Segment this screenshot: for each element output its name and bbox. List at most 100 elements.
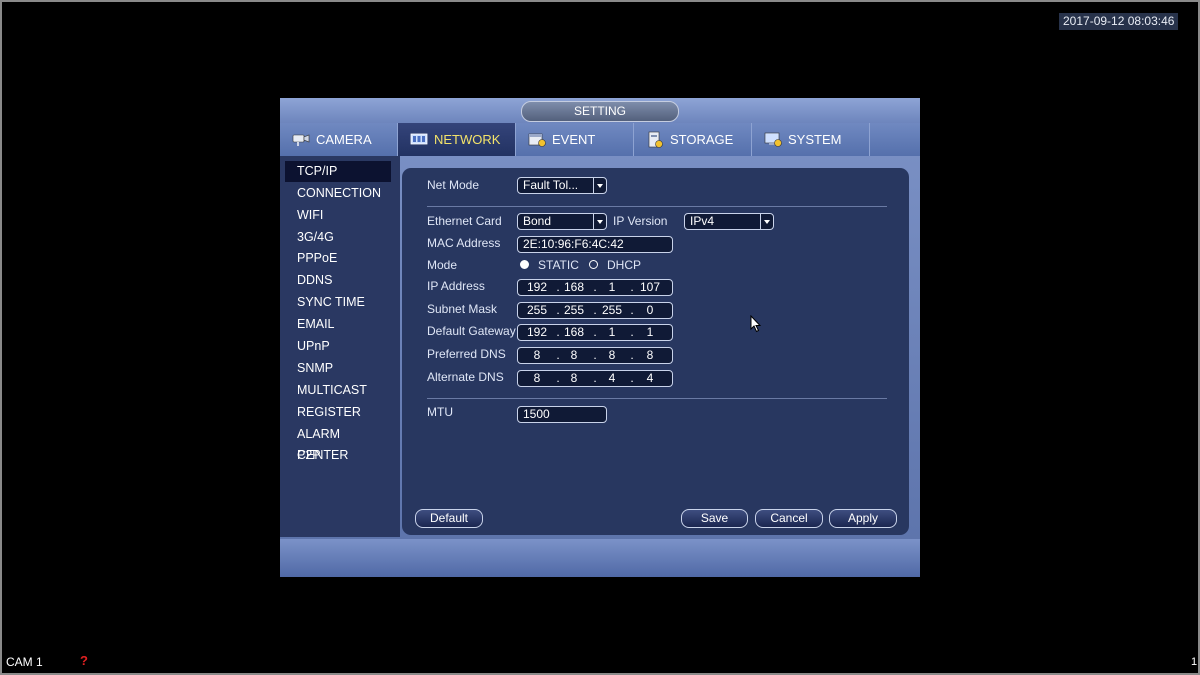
sidebar-item-alarm-center[interactable]: ALARM CENTER: [285, 424, 391, 462]
sidebar-item-snmp[interactable]: SNMP: [285, 358, 391, 379]
chevron-down-icon[interactable]: [593, 178, 606, 193]
sidebar-item-register[interactable]: REGISTER: [285, 402, 391, 423]
save-button[interactable]: Save: [681, 509, 748, 528]
ip-octet: 4: [646, 371, 654, 385]
mode-label: Mode: [427, 258, 458, 272]
ip-octet: 107: [639, 280, 661, 294]
ip-octet: 1: [608, 325, 616, 339]
channel-number: 1: [1191, 656, 1198, 668]
tab-event[interactable]: EVENT: [516, 123, 634, 156]
alternate-dns-label: Alternate DNS: [427, 370, 504, 384]
net-mode-value: Fault Tol...: [523, 178, 579, 192]
dhcp-radio[interactable]: [589, 260, 598, 269]
tab-system[interactable]: SYSTEM: [752, 123, 870, 156]
ip-dot: .: [630, 371, 634, 385]
sidebar: TCP/IP CONNECTION WIFI 3G/4G PPPoE DDNS …: [280, 156, 400, 537]
ip-octet: 8: [533, 371, 541, 385]
question-icon: ?: [80, 653, 88, 668]
ip-address-label: IP Address: [427, 279, 485, 293]
ip-octet: 255: [601, 303, 623, 317]
mtu-value: 1500: [523, 407, 550, 421]
ip-octet: 8: [570, 371, 578, 385]
tab-network-label: NETWORK: [434, 132, 501, 147]
tab-camera-label: CAMERA: [316, 132, 372, 147]
sidebar-item-p2p[interactable]: P2P: [285, 445, 391, 466]
sidebar-item-wifi[interactable]: WIFI: [285, 205, 391, 226]
net-mode-select[interactable]: Fault Tol...: [517, 177, 607, 194]
ip-octet: 192: [526, 280, 548, 294]
tab-bar: CAMERA NETWORK EVENT STORAGE SYSTEM: [280, 123, 920, 156]
ip-octet: 255: [526, 303, 548, 317]
ip-octet: 8: [646, 348, 654, 362]
ip-address-field[interactable]: 192 . 168 . 1 . 107: [517, 279, 673, 296]
preferred-dns-field[interactable]: 8 . 8 . 8 . 8: [517, 347, 673, 364]
tab-event-label: EVENT: [552, 132, 596, 147]
network-icon: [410, 133, 428, 145]
static-option-label: STATIC: [538, 258, 579, 272]
ethernet-card-select[interactable]: Bond: [517, 213, 607, 230]
tab-network[interactable]: NETWORK: [398, 123, 516, 156]
ip-dot: .: [630, 325, 634, 339]
mac-address-label: MAC Address: [427, 236, 501, 250]
divider: [427, 398, 887, 399]
sidebar-item-upnp[interactable]: UPnP: [285, 336, 391, 357]
ip-octet: 192: [526, 325, 548, 339]
ip-octet: 1: [608, 280, 616, 294]
ip-octet: 8: [533, 348, 541, 362]
ip-octet: 8: [570, 348, 578, 362]
mac-address-field: 2E:10:96:F6:4C:42: [517, 236, 673, 253]
ip-octet: 4: [608, 371, 616, 385]
ip-octet: 168: [563, 325, 585, 339]
dhcp-option-label: DHCP: [607, 258, 642, 272]
cancel-button[interactable]: Cancel: [755, 509, 823, 528]
ethernet-card-label: Ethernet Card: [427, 214, 502, 228]
default-button[interactable]: Default: [415, 509, 483, 528]
static-radio[interactable]: [520, 260, 529, 269]
sidebar-item-sync-time[interactable]: SYNC TIME: [285, 292, 391, 313]
chevron-down-icon[interactable]: [593, 214, 606, 229]
mtu-label: MTU: [427, 405, 453, 419]
sidebar-item-tcpip[interactable]: TCP/IP: [285, 161, 391, 182]
ip-octet: 1: [646, 325, 654, 339]
ip-version-label: IP Version: [613, 214, 668, 228]
ethernet-card-value: Bond: [523, 214, 552, 228]
sidebar-item-email[interactable]: EMAIL: [285, 314, 391, 335]
alternate-dns-field[interactable]: 8 . 8 . 4 . 4: [517, 370, 673, 387]
ip-dot: .: [630, 348, 634, 362]
subnet-mask-label: Subnet Mask: [427, 302, 498, 316]
event-icon: [528, 133, 546, 147]
net-mode-label: Net Mode: [427, 178, 480, 192]
mouse-cursor-icon: [750, 315, 762, 333]
default-gateway-label: Default Gateway: [427, 324, 516, 338]
sidebar-item-ddns[interactable]: DDNS: [285, 270, 391, 291]
tcpip-panel: Net Mode Fault Tol... Ethernet Card Bond…: [402, 168, 909, 535]
ip-dot: .: [630, 280, 634, 294]
ip-octet: 255: [563, 303, 585, 317]
ip-version-value: IPv4: [690, 214, 715, 228]
sidebar-item-multicast[interactable]: MULTICAST: [285, 380, 391, 401]
default-gateway-field[interactable]: 192 . 168 . 1 . 1: [517, 324, 673, 341]
system-icon: [764, 132, 782, 147]
preferred-dns-label: Preferred DNS: [427, 347, 506, 361]
tab-storage[interactable]: STORAGE: [634, 123, 752, 156]
window-title: SETTING: [521, 101, 679, 122]
tab-camera[interactable]: CAMERA: [280, 123, 398, 156]
settings-window: SETTING CAMERA NETWORK EVENT STORAGE SYS…: [280, 98, 920, 577]
storage-icon: [648, 131, 663, 148]
mac-address-value: 2E:10:96:F6:4C:42: [523, 237, 624, 251]
apply-button[interactable]: Apply: [829, 509, 897, 528]
ip-octet: 0: [646, 303, 654, 317]
ip-version-select[interactable]: IPv4: [684, 213, 774, 230]
sidebar-item-pppoe[interactable]: PPPoE: [285, 248, 391, 269]
window-footer: [280, 539, 920, 577]
subnet-mask-field[interactable]: 255 . 255 . 255 . 0: [517, 302, 673, 319]
title-bar: SETTING: [280, 98, 920, 123]
divider: [427, 206, 887, 207]
sidebar-item-connection[interactable]: CONNECTION: [285, 183, 391, 204]
chevron-down-icon[interactable]: [760, 214, 773, 229]
tab-system-label: SYSTEM: [788, 132, 842, 147]
ip-octet: 168: [563, 280, 585, 294]
camera-channel-label: CAM 1: [6, 655, 43, 669]
mtu-field[interactable]: 1500: [517, 406, 607, 423]
sidebar-item-3g4g[interactable]: 3G/4G: [285, 227, 391, 248]
